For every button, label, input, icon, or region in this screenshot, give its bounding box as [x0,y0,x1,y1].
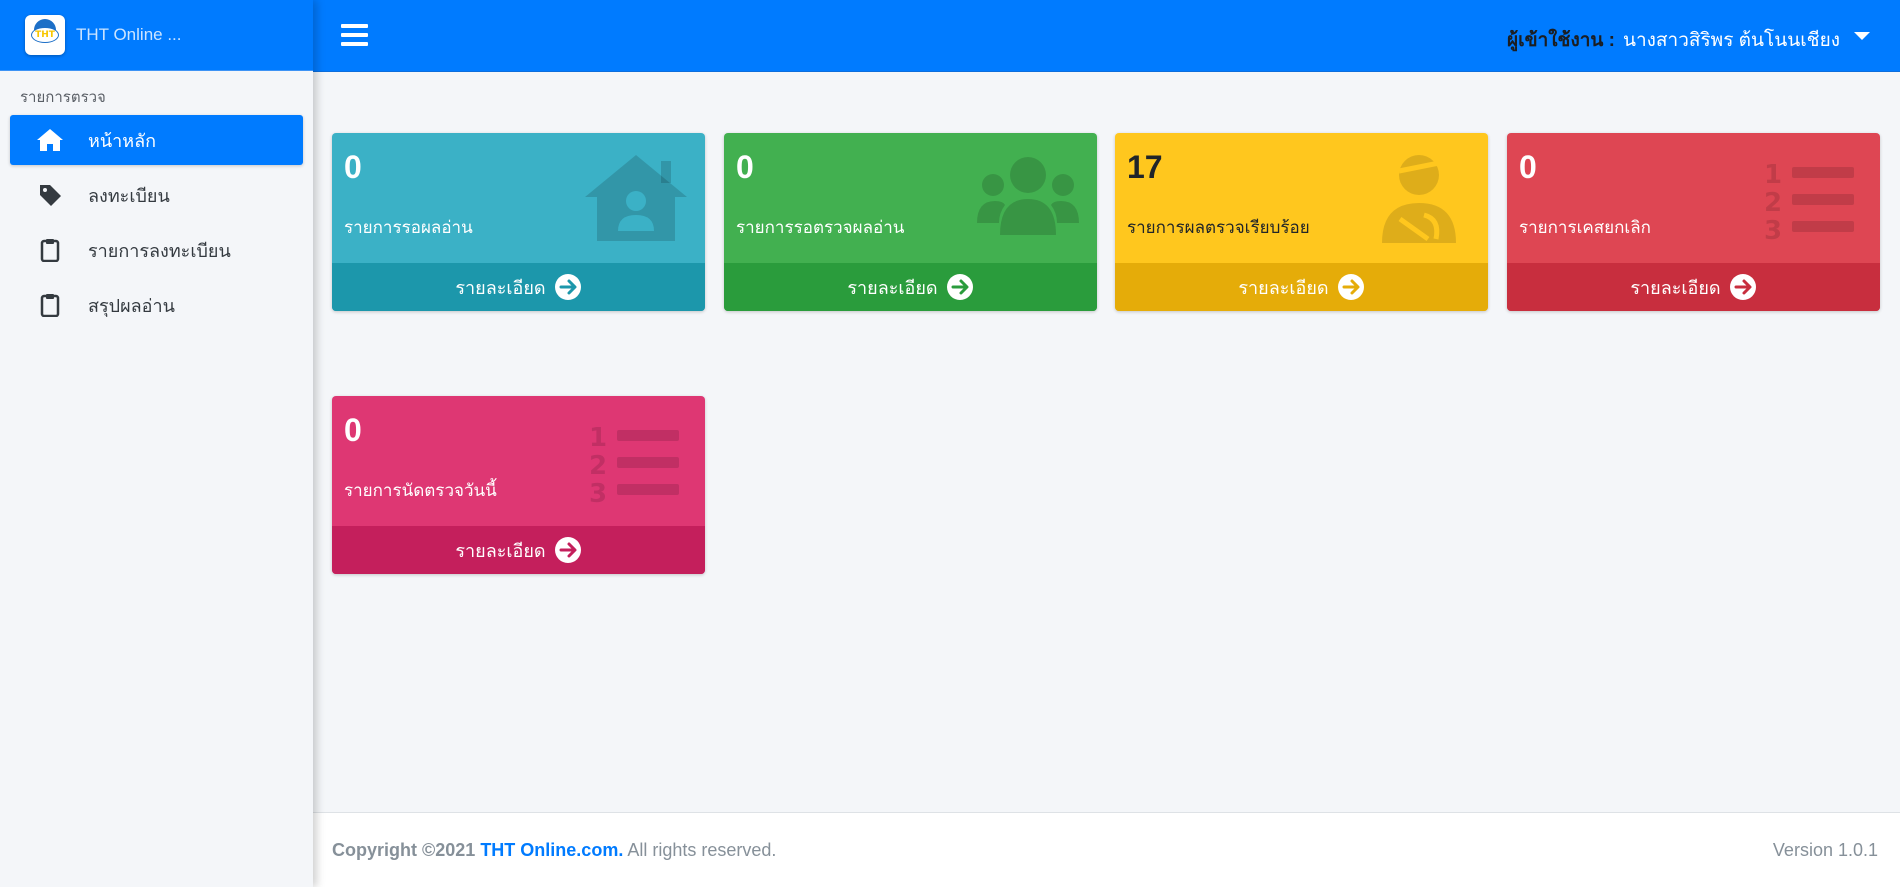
svg-text:3: 3 [1764,216,1782,243]
sidebar-item-register-list[interactable]: รายการลงทะเบียน [10,225,303,275]
card-count: 0 [344,149,362,185]
brand-link[interactable]: THT THT Online ... [0,0,313,71]
svg-text:2: 2 [589,451,607,481]
card-pending-read: 0 รายการรอผลอ่าน รายละเอียด [332,133,705,311]
home-icon [34,126,66,154]
card-details-link[interactable]: รายละเอียด [332,263,705,311]
sidebar-item-label: หน้าหลัก [88,130,157,151]
numbered-list-icon: 1 2 3 [1764,160,1854,243]
numbered-list-icon: 1 2 3 [589,423,679,506]
card-count: 0 [736,149,754,185]
user-menu[interactable]: นางสาวสิริพร ต้นโนนเชียง [1623,25,1840,55]
site-link[interactable]: THT Online.com. [480,840,623,860]
card-completed: 17 รายการผลตรวจเรียบร้อย รายละเอียด [1115,133,1488,311]
card-cancelled: 0 รายการเคสยกเลิก 1 2 3 รายละเอียด [1507,133,1880,311]
card-pending-review: 0 รายการรอตรวจผลอ่าน รายละเอียด [724,133,1097,311]
arrow-circle-right-icon [1729,274,1756,300]
menu-toggle-icon[interactable] [341,24,368,48]
sidebar-item-summary[interactable]: สรุปผลอ่าน [10,280,303,330]
user-label: ผู้เข้าใช้งาน : [1507,30,1615,51]
users-icon [977,157,1079,235]
card-details-link[interactable]: รายละเอียด [1507,263,1880,311]
sidebar: THT THT Online ... รายการตรวจ หน้าหลัก ล… [0,0,313,887]
svg-text:1: 1 [589,423,607,453]
nav-header: รายการตรวจ [20,89,106,106]
brand-name: THT Online ... [76,25,182,44]
clipboard-icon [34,236,66,264]
card-label: รายการรอตรวจผลอ่าน [736,218,905,237]
sidebar-nav: หน้าหลัก ลงทะเบียน รายการลงทะเบียน สรุปผ… [0,115,313,330]
brand-logo: THT [25,15,65,55]
card-count: 0 [344,412,362,448]
sidebar-item-label: ลงทะเบียน [88,185,170,206]
svg-text:3: 3 [589,479,607,506]
card-label: รายการผลตรวจเรียบร้อย [1127,218,1310,237]
clipboard-icon [34,291,66,319]
sidebar-item-home[interactable]: หน้าหลัก [10,115,303,165]
card-label: รายการนัดตรวจวันนี้ [344,481,497,500]
topbar: ผู้เข้าใช้งาน : นางสาวสิริพร ต้นโนนเชียง [313,0,1900,72]
sidebar-item-label: รายการลงทะเบียน [88,240,231,261]
card-label: รายการเคสยกเลิก [1519,218,1651,237]
arrow-circle-right-icon [554,537,581,563]
injured-user-icon [1382,155,1456,243]
card-details-link[interactable]: รายละเอียด [1115,263,1488,311]
card-count: 17 [1127,149,1163,185]
card-details-link[interactable]: รายละเอียด [332,526,705,574]
arrow-circle-right-icon [946,274,973,300]
version-text: Version 1.0.1 [1772,840,1878,860]
home-user-icon [585,155,687,241]
copyright: Copyright ©2021 THT Online.com. All righ… [332,840,777,860]
card-label: รายการรอผลอ่าน [344,218,473,237]
tag-icon [34,181,66,209]
chevron-down-icon[interactable] [1854,32,1870,40]
svg-text:2: 2 [1764,188,1782,218]
arrow-circle-right-icon [1337,274,1364,300]
svg-text:1: 1 [1764,160,1782,190]
card-count: 0 [1519,149,1537,185]
card-today-appointments: 0 รายการนัดตรวจวันนี้ 1 2 3 รายละเอียด [332,396,705,574]
page-footer: Copyright ©2021 THT Online.com. All righ… [313,812,1900,887]
card-details-link[interactable]: รายละเอียด [724,263,1097,311]
arrow-circle-right-icon [554,274,581,300]
sidebar-item-register[interactable]: ลงทะเบียน [10,170,303,220]
sidebar-item-label: สรุปผลอ่าน [88,295,175,316]
